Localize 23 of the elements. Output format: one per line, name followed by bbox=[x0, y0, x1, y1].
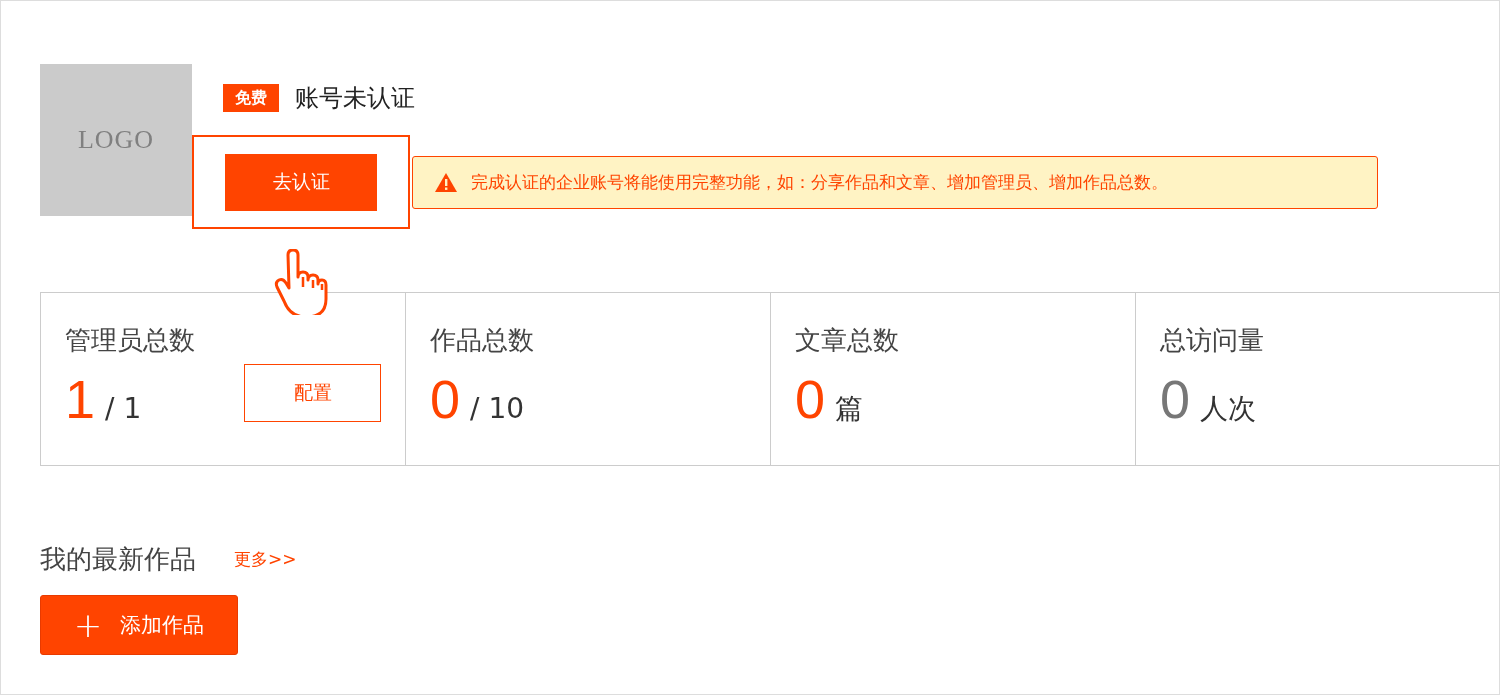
warning-icon bbox=[435, 172, 457, 192]
stat-unit: / 10 bbox=[470, 392, 524, 425]
more-link[interactable]: 更多>> bbox=[234, 548, 297, 571]
stat-unit: / 1 bbox=[105, 392, 142, 425]
logo-text: LOGO bbox=[77, 125, 155, 155]
stat-label: 管理员总数 bbox=[65, 324, 196, 357]
stat-value: 0 bbox=[430, 372, 461, 426]
plan-badge: 免费 bbox=[223, 84, 279, 112]
stat-value: 0 bbox=[1160, 372, 1191, 426]
stat-value: 1 bbox=[65, 372, 96, 426]
stat-unit: 篇 bbox=[835, 391, 864, 427]
pointer-hand-icon bbox=[274, 249, 328, 315]
stat-unit: 人次 bbox=[1200, 391, 1257, 427]
verify-button[interactable]: 去认证 bbox=[225, 153, 377, 211]
stat-label: 作品总数 bbox=[430, 324, 535, 357]
section-title: 我的最新作品 bbox=[40, 543, 196, 576]
stat-value: 0 bbox=[795, 372, 826, 426]
stat-label: 总访问量 bbox=[1160, 324, 1265, 357]
add-work-button[interactable]: + 添加作品 bbox=[40, 595, 238, 655]
stat-label: 文章总数 bbox=[795, 324, 900, 357]
notice-text: 完成认证的企业账号将能使用完整功能，如：分享作品和文章、增加管理员、增加作品总数。 bbox=[471, 170, 1168, 194]
configure-button[interactable]: 配置 bbox=[244, 364, 381, 422]
account-status: 账号未认证 bbox=[295, 83, 415, 114]
